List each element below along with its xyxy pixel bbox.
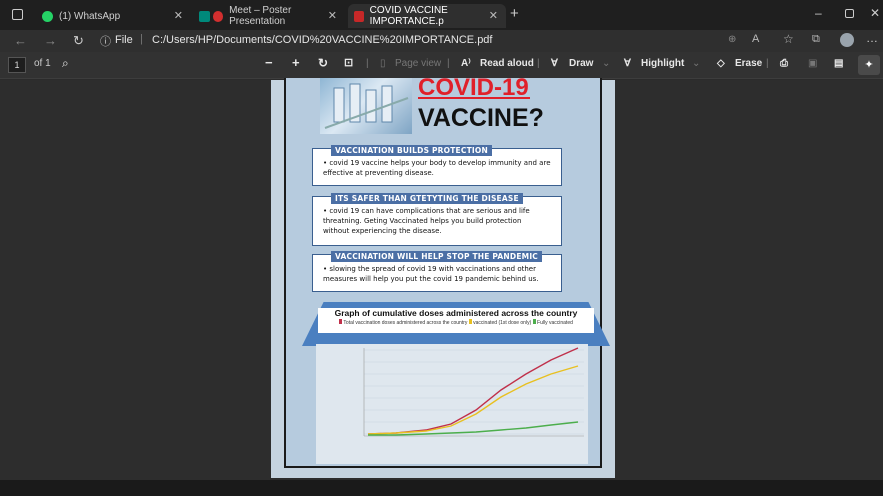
file-label: File xyxy=(115,34,133,46)
chevron-down-icon[interactable]: ⌄ xyxy=(602,58,610,69)
close-icon[interactable]: ✕ xyxy=(174,9,183,22)
section-text: covid 19 can have complications that are… xyxy=(323,207,530,235)
section-pandemic: VACCINATION WILL HELP STOP THE PANDEMIC … xyxy=(312,251,562,292)
tab-meet[interactable]: Meet – Poster Presentation ✕ xyxy=(193,4,345,28)
legend-swatch xyxy=(532,319,536,324)
whatsapp-icon xyxy=(42,10,53,22)
erase-button[interactable]: Erase xyxy=(735,58,762,69)
divider: | xyxy=(140,33,143,45)
section-body: • slowing the spread of covid 19 with va… xyxy=(323,265,539,283)
save-as-icon[interactable]: ▤ xyxy=(834,58,843,69)
section-heading: ITS SAFER THAN GTETYTING THE DISEASE xyxy=(331,193,523,204)
section-text: covid 19 vaccine helps your body to deve… xyxy=(323,159,551,177)
vaccine-image xyxy=(320,78,412,134)
pdf-page: COVID-19 VACCINE? VACCINATION BUILDS PRO… xyxy=(271,74,615,478)
favorite-icon[interactable]: ☆ xyxy=(783,32,794,46)
legend-item: Fully vaccinated xyxy=(537,320,573,326)
back-icon[interactable]: ← xyxy=(14,33,27,48)
forward-icon[interactable]: → xyxy=(44,33,57,48)
rotate-icon[interactable]: ↻ xyxy=(318,56,328,70)
section-text: slowing the spread of covid 19 with vacc… xyxy=(323,265,539,283)
profile-avatar[interactable] xyxy=(840,33,854,47)
series-first-dose-line xyxy=(367,365,579,435)
legend-swatch xyxy=(339,319,343,324)
series-total-line xyxy=(367,347,579,435)
divider: | xyxy=(447,58,450,69)
page-view-button[interactable]: Page view xyxy=(395,58,441,69)
more-icon[interactable]: … xyxy=(866,31,878,45)
section-body: • covid 19 vaccine helps your body to de… xyxy=(323,159,551,177)
read-mode-icon[interactable]: A xyxy=(752,33,759,45)
pin-icon[interactable]: ✦ xyxy=(858,55,880,75)
graph-title-box: Graph of cumulative doses administered a… xyxy=(318,308,594,333)
page-view-icon[interactable]: ▯ xyxy=(380,58,386,69)
section-safer: ITS SAFER THAN GTETYTING THE DISEASE • c… xyxy=(312,193,562,246)
section-heading: VACCINATION WILL HELP STOP THE PANDEMIC xyxy=(331,251,543,262)
tab-whatsapp[interactable]: (1) WhatsApp ✕ xyxy=(36,4,191,28)
section-protection: VACCINATION BUILDS PROTECTION • covid 19… xyxy=(312,145,562,186)
print-icon[interactable]: ⎙ xyxy=(780,58,788,69)
zoom-out-button[interactable]: − xyxy=(265,55,273,70)
recording-icon xyxy=(212,10,224,22)
tab-label: COVID VACCINE IMPORTANCE.p xyxy=(369,5,448,27)
info-icon: ⓘ xyxy=(100,36,111,48)
refresh-icon[interactable]: ↻ xyxy=(73,33,84,49)
vaccine-vials-illustration xyxy=(324,83,409,129)
fit-page-icon[interactable]: ⊡ xyxy=(344,56,353,69)
minimize-button[interactable]: – xyxy=(815,6,822,20)
close-icon[interactable]: ✕ xyxy=(328,9,337,22)
title-underline xyxy=(418,97,530,99)
divider: | xyxy=(366,58,369,69)
tab-bar: (1) WhatsApp ✕ Meet – Poster Presentatio… xyxy=(0,0,883,30)
search-icon[interactable]: ⌕ xyxy=(62,56,69,71)
legend-item: Total vaccination doses administered acr… xyxy=(343,320,468,326)
legend-swatch xyxy=(468,319,472,324)
tab-pdf[interactable]: COVID VACCINE IMPORTANCE.p ✕ xyxy=(348,4,506,28)
draw-icon[interactable]: ∀ xyxy=(551,58,558,69)
read-aloud-icon[interactable]: A⁾ xyxy=(461,58,471,69)
page-number-input[interactable]: 1 xyxy=(8,57,26,73)
zoom-icon[interactable]: ⊕ xyxy=(728,34,736,45)
save-icon[interactable]: ▣ xyxy=(808,58,817,69)
tab-actions-icon[interactable] xyxy=(12,9,23,20)
new-tab-button[interactable]: + xyxy=(510,5,519,22)
restore-button[interactable] xyxy=(845,9,854,18)
highlight-icon[interactable]: ∀ xyxy=(624,58,631,69)
tab-label: (1) WhatsApp xyxy=(59,10,121,22)
url-input[interactable]: C:/Users/HP/Documents/COVID%20VACCINE%20… xyxy=(152,34,492,46)
eraser-icon[interactable]: ◇ xyxy=(717,58,725,69)
draw-button[interactable]: Draw xyxy=(569,58,593,69)
window-close-button[interactable]: ✕ xyxy=(870,6,880,20)
poster-title: VACCINE? xyxy=(418,104,544,132)
zoom-in-button[interactable]: + xyxy=(292,55,300,70)
poster: COVID-19 VACCINE? VACCINATION BUILDS PRO… xyxy=(284,74,610,468)
line-chart xyxy=(316,344,588,464)
divider: | xyxy=(537,58,540,69)
bottom-strip xyxy=(0,480,883,496)
divider: | xyxy=(766,58,769,69)
close-icon[interactable]: ✕ xyxy=(489,9,498,22)
pdf-icon xyxy=(354,10,364,22)
line-chart-svg xyxy=(363,347,584,437)
read-aloud-button[interactable]: Read aloud xyxy=(480,58,534,69)
chevron-down-icon[interactable]: ⌄ xyxy=(692,58,700,69)
legend-item: vaccinated (1st dose only) xyxy=(473,320,532,326)
collections-icon[interactable]: ⧉ xyxy=(812,33,820,46)
meet-icon xyxy=(199,10,210,22)
section-heading: VACCINATION BUILDS PROTECTION xyxy=(331,145,492,156)
address-bar: ← → ↻ ⓘ File | C:/Users/HP/Documents/COV… xyxy=(0,30,883,52)
graph-title: Graph of cumulative doses administered a… xyxy=(334,308,578,318)
highlight-button[interactable]: Highlight xyxy=(641,58,684,69)
graph-legend: Total vaccination doses administered acr… xyxy=(318,319,594,326)
section-body: • covid 19 can have complications that a… xyxy=(323,207,530,235)
page-count: of 1 xyxy=(34,58,51,69)
